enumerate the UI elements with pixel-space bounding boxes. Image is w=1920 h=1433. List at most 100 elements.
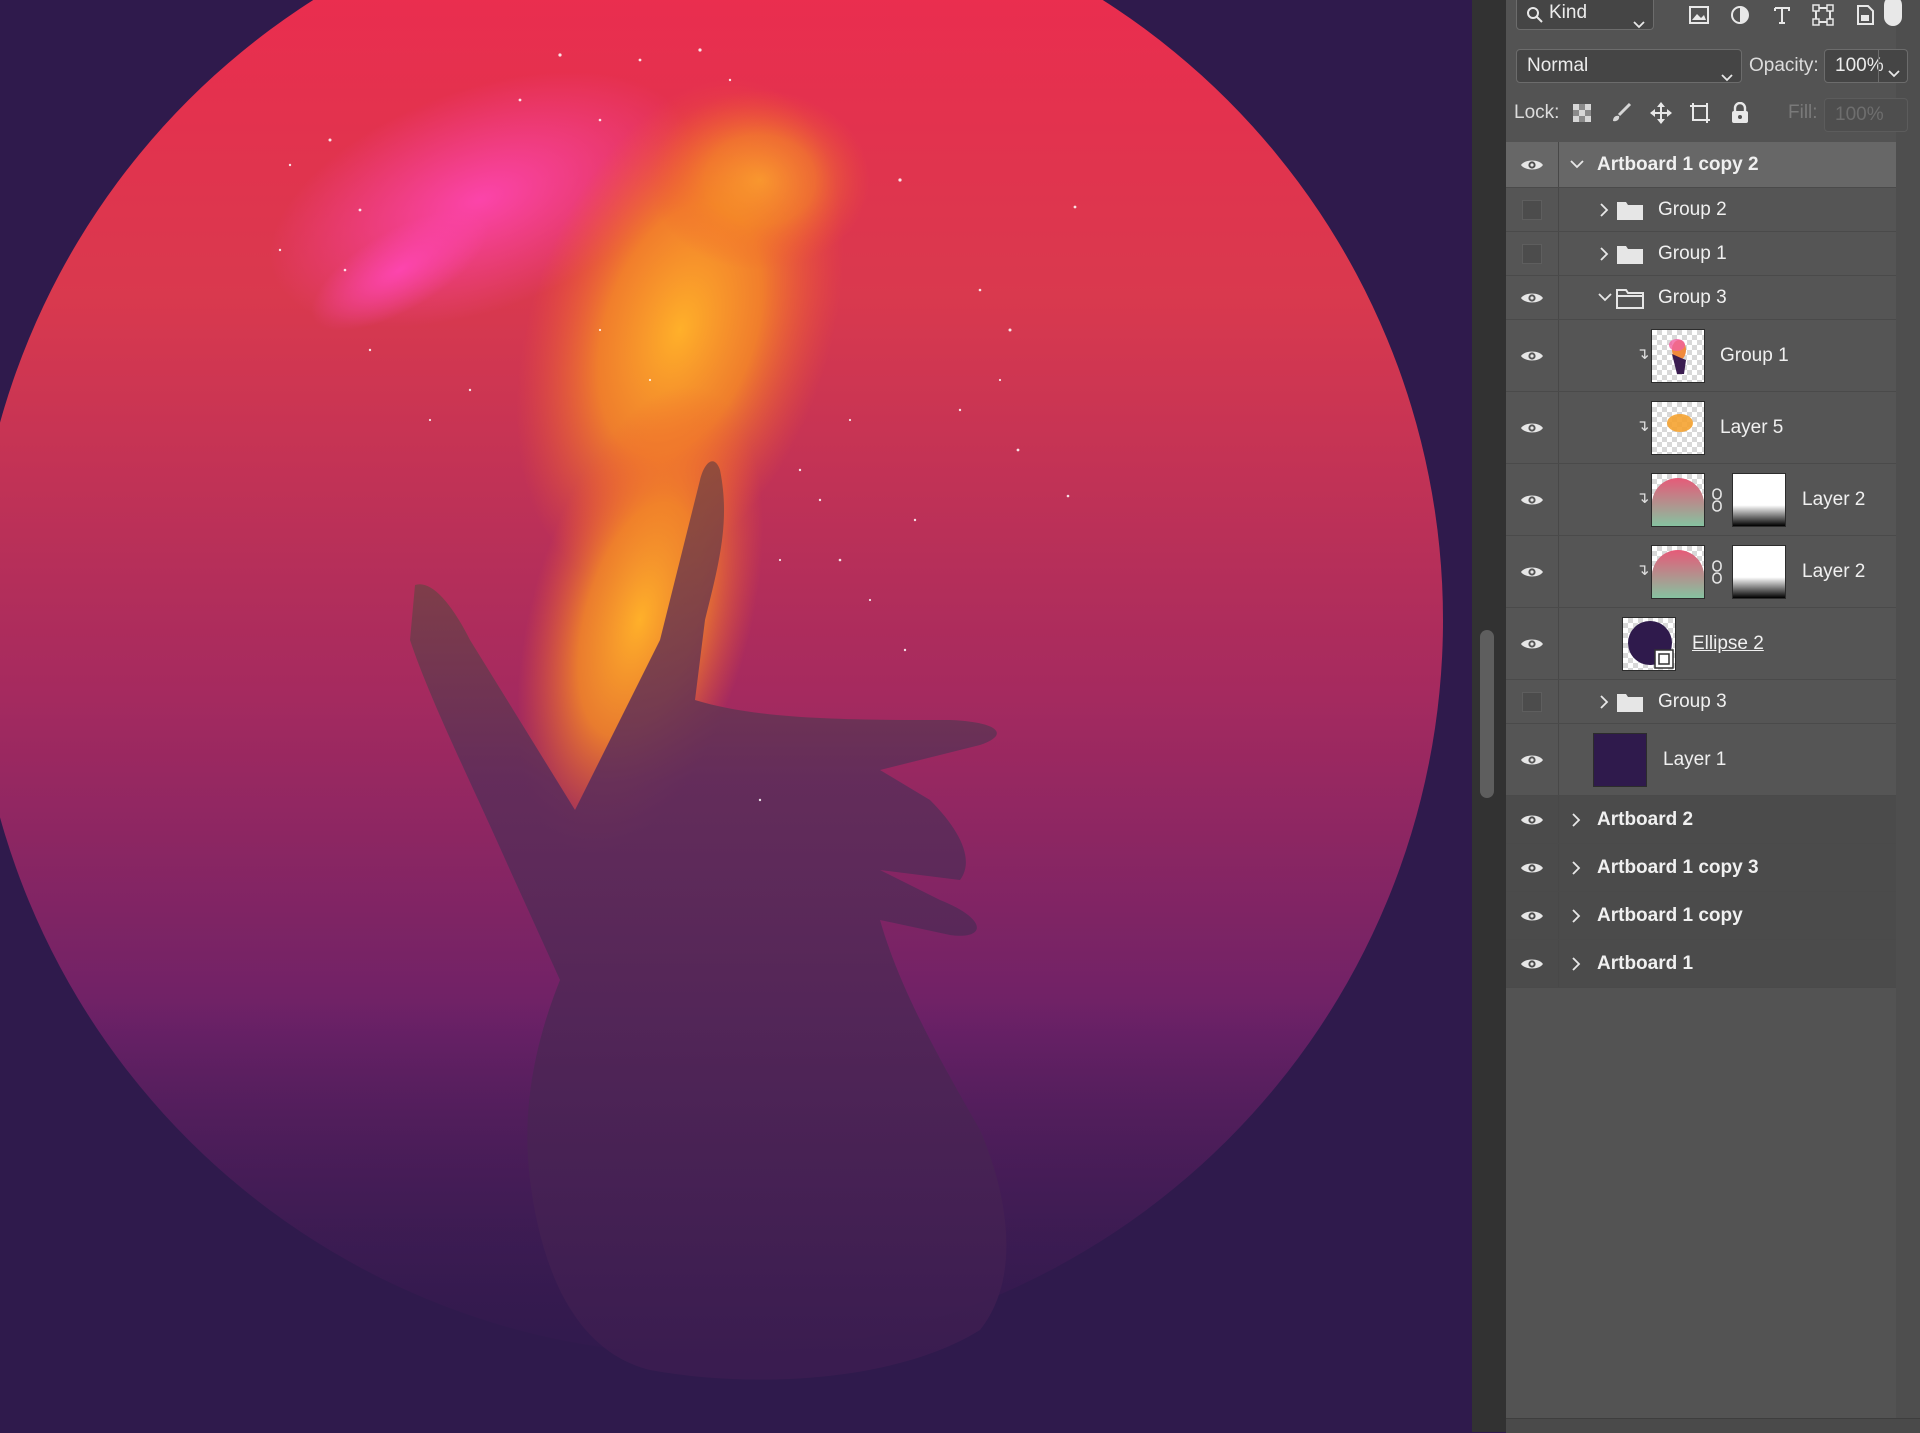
visibility-toggle[interactable] <box>1506 276 1559 319</box>
blend-row: Normal Opacity: 100% <box>1506 44 1920 92</box>
canvas-scroll-thumb[interactable] <box>1480 630 1494 798</box>
folder-icon <box>1616 680 1644 723</box>
mask-link-chain-icon[interactable] <box>1711 560 1723 590</box>
layer-name: Artboard 1 copy 2 <box>1597 153 1759 175</box>
layer-name: Layer 5 <box>1720 416 1784 438</box>
type-filter-icon[interactable] <box>1766 0 1798 31</box>
layer-row-group[interactable]: Group 3 <box>1506 680 1896 724</box>
artboard-canvas[interactable] <box>0 0 1472 1432</box>
layer-name: Group 3 <box>1658 286 1727 308</box>
opacity-slider-button[interactable] <box>1878 49 1909 83</box>
image-filter-icon[interactable] <box>1683 0 1715 31</box>
layer-row-artboard[interactable]: Artboard 2 <box>1506 796 1896 844</box>
adjustment-filter-icon[interactable] <box>1724 0 1756 31</box>
lock-pixels-brush-icon[interactable] <box>1605 97 1637 129</box>
eye-icon <box>1521 567 1543 576</box>
chevron-down-icon[interactable] <box>1598 276 1612 319</box>
layer-name: Group 2 <box>1658 198 1727 220</box>
fill-label: Fill: <box>1788 102 1818 123</box>
filter-toggle-switch[interactable] <box>1884 0 1902 26</box>
chevron-right-icon[interactable] <box>1572 940 1581 987</box>
canvas-vertical-scrollbar[interactable] <box>1472 0 1507 1432</box>
eye-icon <box>1521 293 1543 302</box>
visibility-toggle[interactable] <box>1506 680 1559 723</box>
layer-row-group[interactable]: Group 2 <box>1506 188 1896 232</box>
eye-icon <box>1521 863 1543 872</box>
visibility-toggle[interactable] <box>1506 232 1559 275</box>
hidden-visibility-box <box>1522 691 1542 712</box>
layers-panel-scrollbar[interactable] <box>1896 0 1920 1432</box>
layer-name: Ellipse 2 <box>1692 632 1764 654</box>
layer-row-smart-object[interactable]: ↴ Group 1 <box>1506 320 1896 392</box>
smart-object-filter-icon[interactable] <box>1849 0 1881 31</box>
layer-name: Layer 2 <box>1802 488 1866 510</box>
eye-icon <box>1521 639 1543 648</box>
layer-name: Layer 1 <box>1663 748 1727 770</box>
visibility-toggle[interactable] <box>1506 188 1559 231</box>
filter-kind-dropdown[interactable]: Kind <box>1516 0 1654 30</box>
layer-row-artboard[interactable]: Artboard 1 copy 2 <box>1506 142 1896 188</box>
visibility-toggle[interactable] <box>1506 940 1559 987</box>
visibility-toggle[interactable] <box>1506 796 1559 843</box>
layer-row-shape[interactable]: Ellipse 2 <box>1506 608 1896 680</box>
mask-link-chain-icon[interactable] <box>1711 488 1723 518</box>
chevron-right-icon[interactable] <box>1572 796 1581 843</box>
layer-thumbnail <box>1651 473 1705 527</box>
opacity-label: Opacity: <box>1749 55 1819 76</box>
layer-row-pixel-with-mask[interactable]: ↴ Layer 2 <box>1506 464 1896 536</box>
layer-name: Group 3 <box>1658 690 1727 712</box>
chevron-right-icon[interactable] <box>1600 188 1609 231</box>
layer-name: Artboard 1 copy <box>1597 904 1743 926</box>
layer-row-fill[interactable]: Layer 1 <box>1506 724 1896 796</box>
eye-icon <box>1521 959 1543 968</box>
visibility-toggle[interactable] <box>1506 142 1559 187</box>
visibility-toggle[interactable] <box>1506 392 1559 463</box>
layer-mask-thumbnail[interactable] <box>1732 545 1786 599</box>
filter-kind-label: Kind <box>1549 2 1588 23</box>
fill-field-disabled: 100% <box>1824 98 1908 132</box>
clipping-arrow-icon: ↴ <box>1636 346 1650 363</box>
shape-filter-icon[interactable] <box>1807 0 1839 31</box>
visibility-toggle[interactable] <box>1506 892 1559 939</box>
chevron-right-icon[interactable] <box>1600 232 1609 275</box>
layer-row-group[interactable]: Group 1 <box>1506 232 1896 276</box>
fill-value: 100% <box>1835 104 1884 125</box>
layer-mask-thumbnail[interactable] <box>1732 473 1786 527</box>
visibility-toggle[interactable] <box>1506 464 1559 535</box>
layer-name: Artboard 1 <box>1597 952 1694 974</box>
clipping-arrow-icon: ↴ <box>1636 490 1650 507</box>
layer-row-group[interactable]: Group 3 <box>1506 276 1896 320</box>
blend-mode-dropdown[interactable]: Normal <box>1516 49 1742 83</box>
layer-row-artboard[interactable]: Artboard 1 copy <box>1506 892 1896 940</box>
eye-icon <box>1521 423 1543 432</box>
chevron-down-icon[interactable] <box>1570 142 1584 187</box>
chevron-down-icon <box>1888 62 1900 84</box>
chevron-right-icon[interactable] <box>1572 844 1581 891</box>
layer-row-pixel[interactable]: ↴ Layer 5 <box>1506 392 1896 464</box>
layer-row-artboard[interactable]: Artboard 1 <box>1506 940 1896 988</box>
layers-panel-footer <box>1506 1418 1920 1433</box>
visibility-toggle[interactable] <box>1506 320 1559 391</box>
lock-all-padlock-icon[interactable] <box>1724 97 1756 129</box>
chevron-right-icon[interactable] <box>1600 680 1609 723</box>
layer-row-pixel-with-mask[interactable]: ↴ Layer 2 <box>1506 536 1896 608</box>
folder-icon <box>1616 188 1644 231</box>
lock-artboard-icon[interactable] <box>1684 97 1716 129</box>
blend-mode-value: Normal <box>1527 55 1589 76</box>
visibility-toggle[interactable] <box>1506 536 1559 607</box>
clipping-arrow-icon: ↴ <box>1636 418 1650 435</box>
lock-row: Lock: Fill: 100% <box>1506 94 1920 142</box>
chevron-down-icon <box>1633 8 1645 40</box>
visibility-toggle[interactable] <box>1506 608 1559 679</box>
search-icon <box>1526 3 1544 35</box>
opacity-value: 100% <box>1835 55 1884 76</box>
layers-panel: Kind Normal Opacity: 100% Lock: Fill: 10… <box>1506 0 1920 1433</box>
layer-thumbnail <box>1651 545 1705 599</box>
lock-transparency-icon[interactable] <box>1566 97 1598 129</box>
layer-row-artboard[interactable]: Artboard 1 copy 3 <box>1506 844 1896 892</box>
visibility-toggle[interactable] <box>1506 724 1559 795</box>
lock-position-move-icon[interactable] <box>1645 97 1677 129</box>
eye-icon <box>1521 495 1543 504</box>
chevron-right-icon[interactable] <box>1572 892 1581 939</box>
visibility-toggle[interactable] <box>1506 844 1559 891</box>
